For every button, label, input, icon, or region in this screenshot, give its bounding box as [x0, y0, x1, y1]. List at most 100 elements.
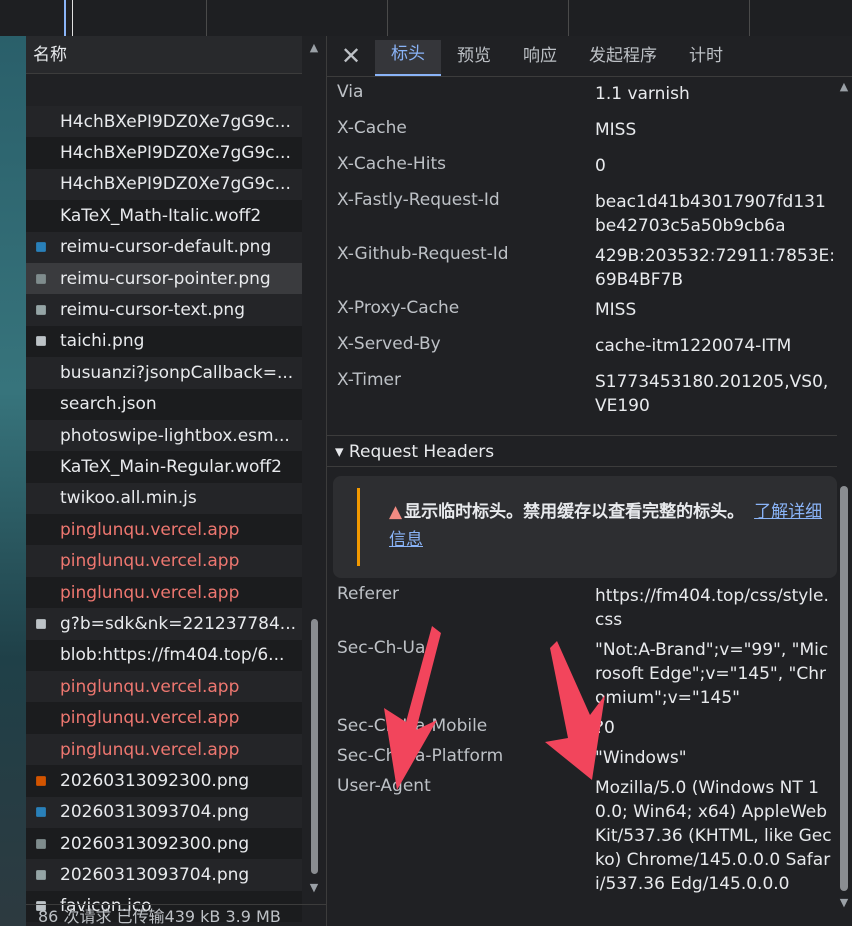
blank-icon — [34, 554, 48, 568]
request-row[interactable]: g?b=sdk&nk=221237784... — [26, 608, 302, 640]
network-summary: 86 次请求 已传输439 kB 3.9 MB — [26, 904, 326, 926]
request-row[interactable]: pinglunqu.vercel.app — [26, 545, 302, 577]
header-name: X-Served-By — [337, 334, 441, 354]
blank-icon — [34, 491, 48, 505]
tab-preview[interactable]: 预览 — [441, 42, 507, 76]
tab-initiator[interactable]: 发起程序 — [573, 42, 673, 76]
image-icon — [36, 619, 46, 629]
learn-more-link-continued[interactable]: 信息 — [389, 526, 423, 554]
name-column-header[interactable]: 名称 — [26, 36, 302, 74]
image-icon — [36, 273, 46, 284]
close-icon[interactable]: ✕ — [327, 36, 375, 76]
header-value: MISS — [595, 300, 637, 320]
header-name: Via — [337, 82, 364, 102]
request-name: pinglunqu.vercel.app — [60, 519, 240, 540]
request-name: H4chBXePI9DZ0Xe7gG9c... — [60, 174, 291, 195]
blank-icon — [34, 146, 48, 160]
tab-headers[interactable]: 标头 — [375, 40, 441, 76]
timeline-gridline — [206, 0, 207, 36]
request-name: H4chBXePI9DZ0Xe7gG9c... — [60, 143, 291, 164]
image-icon — [36, 838, 46, 849]
scroll-down-icon[interactable]: ▼ — [836, 896, 852, 912]
scroll-down-icon[interactable]: ▼ — [306, 880, 322, 896]
header-row: X-Github-Request-Id 429B:203532:72911:785… — [337, 244, 837, 298]
request-headers: Referer https://fm404.top/css/style.css Se… — [337, 584, 837, 926]
request-name: H4chBXePI9DZ0Xe7gG9c... — [60, 111, 291, 132]
request-row[interactable]: pinglunqu.vercel.app — [26, 733, 302, 766]
blank-icon — [34, 177, 48, 191]
blank-icon — [34, 711, 48, 725]
header-value: https://fm404.top/css/style.css — [595, 586, 829, 630]
header-name: User-Agent — [337, 776, 431, 796]
request-list-pane: 名称 H4chBXePI9DZ0Xe7gG9c... H4chBXePI9DZ0X… — [26, 36, 327, 926]
request-row[interactable]: pinglunqu.vercel.app — [26, 576, 302, 609]
tab-response[interactable]: 响应 — [507, 42, 573, 76]
header-name: X-Timer — [337, 370, 401, 390]
request-name: g?b=sdk&nk=221237784... — [60, 613, 297, 634]
warning-accent-bar — [357, 488, 360, 566]
response-headers: Via 1.1 varnish X-Cache MISS X-Cache-Hits 0 X-… — [337, 82, 837, 418]
request-name: KaTeX_Main-Regular.woff2 — [60, 456, 282, 477]
request-row[interactable]: H4chBXePI9DZ0Xe7gG9c... — [26, 168, 302, 201]
request-row[interactable]: KaTeX_Main-Regular.woff2 — [26, 451, 302, 483]
header-row: X-Served-By cache-itm1220074-ITM — [337, 334, 837, 370]
request-row[interactable]: H4chBXePI9DZ0Xe7gG9c... — [26, 106, 302, 138]
request-row[interactable]: 20260313092300.png — [26, 827, 302, 860]
header-value: 429B:203532:72911:7853E:69B4BF7B — [595, 246, 836, 290]
header-name: Sec-Ch-Ua-Mobile — [337, 716, 488, 736]
request-row[interactable]: pinglunqu.vercel.app — [26, 671, 302, 703]
request-list-scrollbar[interactable]: ▲ ▼ — [306, 36, 322, 896]
request-headers-toggle[interactable]: ▾ Request Headers — [327, 435, 837, 467]
request-row[interactable]: 20260313093704.png — [26, 859, 302, 891]
learn-more-link[interactable]: 了解详细 — [754, 502, 822, 522]
request-row[interactable]: reimu-cursor-default.png — [26, 231, 302, 263]
scrollbar-thumb[interactable] — [840, 486, 848, 891]
request-row[interactable]: busuanzi?jsonpCallback=... — [26, 357, 302, 389]
scroll-up-icon[interactable]: ▲ — [836, 80, 852, 96]
blank-icon — [34, 429, 48, 443]
image-icon — [36, 336, 46, 347]
scroll-up-icon[interactable]: ▲ — [306, 40, 322, 56]
scrollbar-thumb[interactable] — [311, 619, 318, 874]
request-row[interactable]: 20260313093704.png — [26, 796, 302, 828]
request-row[interactable]: 20260313092300.png — [26, 765, 302, 797]
header-value: 1.1 varnish — [595, 84, 690, 104]
blank-icon — [34, 397, 48, 411]
request-row[interactable]: twikoo.all.min.js — [26, 482, 302, 515]
blank-icon — [34, 115, 48, 129]
detail-scrollbar[interactable]: ▲ ▼ — [836, 76, 852, 926]
header-name: Sec-Ch-Ua — [337, 638, 426, 658]
warning-icon: ▲ — [389, 502, 403, 522]
header-value: 0 — [595, 156, 606, 176]
header-name: Sec-Ch-Ua-Platform — [337, 746, 504, 766]
timeline-marker-blue — [64, 0, 66, 36]
request-row[interactable]: taichi.png — [26, 325, 302, 358]
timeline-gridline — [387, 0, 388, 36]
header-row: Referer https://fm404.top/css/style.css — [337, 584, 837, 638]
request-list: H4chBXePI9DZ0Xe7gG9c... H4chBXePI9DZ0Xe7g… — [26, 106, 302, 923]
request-name: pinglunqu.vercel.app — [60, 551, 240, 572]
header-row: Sec-Ch-Ua-Platform "Windows" — [337, 746, 837, 776]
header-name: X-Github-Request-Id — [337, 244, 509, 264]
request-row[interactable]: pinglunqu.vercel.app — [26, 514, 302, 546]
request-name: 20260313092300.png — [60, 833, 250, 854]
request-row[interactable]: reimu-cursor-pointer.png — [26, 262, 302, 295]
header-name: X-Proxy-Cache — [337, 298, 460, 318]
request-name: search.json — [60, 394, 157, 415]
request-row[interactable]: H4chBXePI9DZ0Xe7gG9c... — [26, 137, 302, 169]
request-name: 20260313093704.png — [60, 802, 250, 823]
header-value: cache-itm1220074-ITM — [595, 336, 792, 356]
header-value: Mozilla/5.0 (Windows NT 10.0; Win64; x64… — [595, 778, 832, 894]
blank-icon — [34, 586, 48, 600]
request-row[interactable]: KaTeX_Math-Italic.woff2 — [26, 200, 302, 232]
header-value: beac1d41b43017907fd131be42703c5a50b9cb6a — [595, 192, 826, 236]
header-value: MISS — [595, 120, 637, 140]
tab-timing[interactable]: 计时 — [673, 42, 739, 76]
request-row[interactable]: reimu-cursor-text.png — [26, 294, 302, 326]
blank-icon — [34, 209, 48, 223]
request-row[interactable]: blob:https://fm404.top/6... — [26, 639, 302, 672]
request-row[interactable]: photoswipe-lightbox.esm... — [26, 419, 302, 452]
request-row[interactable]: pinglunqu.vercel.app — [26, 702, 302, 734]
request-row[interactable]: search.json — [26, 388, 302, 420]
header-value: "Windows" — [595, 748, 687, 768]
